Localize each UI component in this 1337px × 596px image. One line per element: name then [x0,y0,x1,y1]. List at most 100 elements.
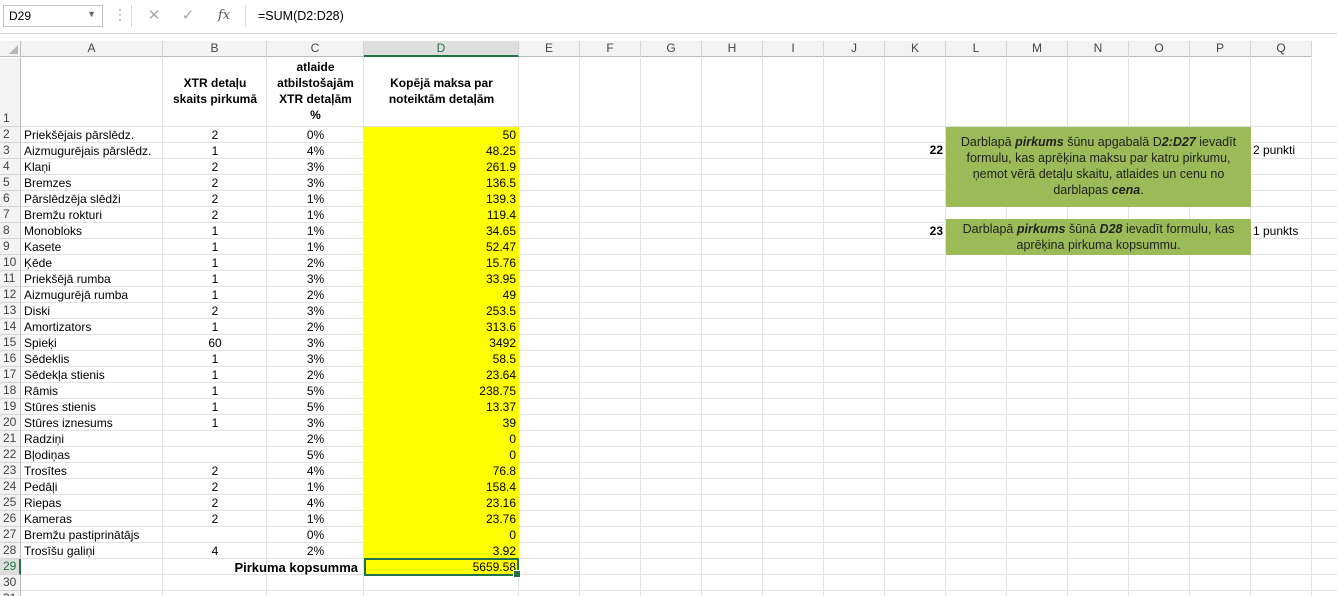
total-cell[interactable]: 0 [364,528,516,543]
total-cell[interactable]: 3492 [364,336,516,351]
quantity-cell[interactable]: 2 [163,192,267,207]
discount-cell[interactable]: 2% [267,432,364,447]
column-header-m[interactable]: M [1007,41,1068,57]
discount-cell[interactable]: 4% [267,496,364,511]
item-name-cell[interactable]: Trosīšu galiņi [24,544,163,559]
total-cell[interactable]: 0 [364,448,516,463]
quantity-cell[interactable]: 2 [163,176,267,191]
quantity-cell[interactable]: 1 [163,416,267,431]
column-header-f[interactable]: F [580,41,641,57]
total-cell[interactable]: 34.65 [364,224,516,239]
total-cell[interactable]: 3.92 [364,544,516,559]
item-name-cell[interactable]: Kameras [24,512,163,527]
row-header[interactable]: 9 [0,239,21,255]
column-header-l[interactable]: L [946,41,1007,57]
total-cell[interactable]: 13.37 [364,400,516,415]
total-cell[interactable]: 313.6 [364,320,516,335]
quantity-cell[interactable]: 2 [163,512,267,527]
quantity-cell[interactable]: 2 [163,208,267,223]
row-header[interactable]: 10 [0,255,21,271]
discount-cell[interactable]: 2% [267,368,364,383]
item-name-cell[interactable]: Ķēde [24,256,163,271]
row-header[interactable]: 8 [0,223,21,239]
row-header[interactable]: 5 [0,175,21,191]
row-header[interactable]: 15 [0,335,21,351]
more-options-icon[interactable]: ⋮ [113,7,127,21]
quantity-cell[interactable]: 1 [163,144,267,159]
active-cell-outline[interactable] [364,558,521,578]
total-cell[interactable]: 49 [364,288,516,303]
row-header[interactable]: 11 [0,271,21,287]
discount-cell[interactable]: 5% [267,384,364,399]
quantity-cell[interactable]: 2 [163,464,267,479]
total-cell[interactable]: 0 [364,432,516,447]
discount-cell[interactable]: 3% [267,160,364,175]
column-header-b[interactable]: B [163,41,267,57]
item-name-cell[interactable]: Bremžu rokturi [24,208,163,223]
column-header-c[interactable]: C [267,41,364,57]
item-name-cell[interactable]: Pārslēdzēja slēdži [24,192,163,207]
discount-cell[interactable]: 2% [267,544,364,559]
row-header[interactable]: 13 [0,303,21,319]
item-name-cell[interactable]: Amortizators [24,320,163,335]
enter-icon[interactable]: ✓ [176,7,200,25]
item-name-cell[interactable]: Bremzes [24,176,163,191]
row-header[interactable]: 4 [0,159,21,175]
cancel-icon[interactable]: ✕ [142,7,166,25]
quantity-cell[interactable]: 1 [163,368,267,383]
total-cell[interactable]: 15.76 [364,256,516,271]
discount-cell[interactable]: 1% [267,512,364,527]
total-cell[interactable]: 136.5 [364,176,516,191]
item-name-cell[interactable]: Monobloks [24,224,163,239]
column-header-k[interactable]: K [885,41,946,57]
quantity-cell[interactable]: 2 [163,160,267,175]
total-cell[interactable]: 119.4 [364,208,516,223]
total-cell[interactable]: 33.95 [364,272,516,287]
discount-cell[interactable]: 3% [267,304,364,319]
row-header[interactable]: 31 [0,591,21,596]
item-name-cell[interactable]: Riepas [24,496,163,511]
quantity-cell[interactable]: 1 [163,320,267,335]
chevron-down-icon[interactable]: ▼ [87,9,96,19]
item-name-cell[interactable]: Trosītes [24,464,163,479]
quantity-cell[interactable]: 2 [163,480,267,495]
item-name-cell[interactable]: Diski [24,304,163,319]
discount-cell[interactable]: 1% [267,192,364,207]
row-header[interactable]: 19 [0,399,21,415]
column-header-d[interactable]: D [364,41,519,57]
quantity-cell[interactable]: 2 [163,128,267,143]
row-header[interactable]: 26 [0,511,21,527]
total-cell[interactable]: 238.75 [364,384,516,399]
item-name-cell[interactable]: Aizmugurējā rumba [24,288,163,303]
row-header[interactable]: 27 [0,527,21,543]
discount-cell[interactable]: 1% [267,224,364,239]
column-header-h[interactable]: H [702,41,763,57]
row-header[interactable]: 18 [0,383,21,399]
item-name-cell[interactable]: Bļodiņas [24,448,163,463]
discount-cell[interactable]: 3% [267,176,364,191]
quantity-cell[interactable]: 1 [163,288,267,303]
discount-cell[interactable]: 3% [267,416,364,431]
quantity-cell[interactable]: 2 [163,496,267,511]
column-header-o[interactable]: O [1129,41,1190,57]
quantity-cell[interactable]: 2 [163,304,267,319]
column-header-e[interactable]: E [519,41,580,57]
discount-cell[interactable]: 4% [267,464,364,479]
row-header[interactable]: 21 [0,431,21,447]
select-all-button[interactable] [0,41,21,57]
item-name-cell[interactable]: Bremžu pastiprinātājs [24,528,163,543]
item-name-cell[interactable]: Klaņi [24,160,163,175]
item-name-cell[interactable]: Priekšējais pārslēdz. [24,128,163,143]
total-cell[interactable]: 253.5 [364,304,516,319]
discount-cell[interactable]: 2% [267,256,364,271]
row-header[interactable]: 25 [0,495,21,511]
quantity-cell[interactable]: 1 [163,272,267,287]
row-header[interactable]: 6 [0,191,21,207]
column-header-q[interactable]: Q [1251,41,1312,57]
row-header[interactable]: 14 [0,319,21,335]
discount-cell[interactable]: 3% [267,352,364,367]
quantity-cell[interactable]: 4 [163,544,267,559]
discount-cell[interactable]: 4% [267,144,364,159]
total-cell[interactable]: 48.25 [364,144,516,159]
row-header[interactable]: 3 [0,143,21,159]
